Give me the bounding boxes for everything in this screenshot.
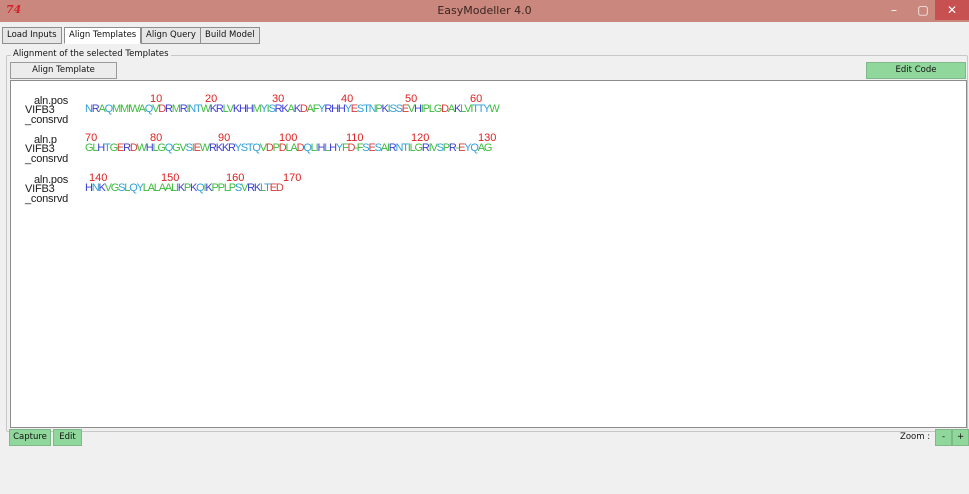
tab-build-model[interactable]: Build Model bbox=[200, 27, 260, 44]
sequence: HNKVGSLQYLALAALIKPKQIKPPLPSVRKLTED bbox=[85, 182, 284, 194]
alignment-block: aln.pos VIFB3 _consrvd 140 150 160 170 H… bbox=[11, 172, 966, 212]
alignment-viewer[interactable]: aln.pos VIFB3 _consrvd 10 20 30 40 50 60… bbox=[10, 80, 967, 428]
zoom-in-button[interactable]: + bbox=[952, 429, 969, 446]
sequence: GLHTGERDWHLGQGVSIEWRKKRYSTQVDPDLADQLIHLH… bbox=[85, 142, 493, 154]
close-button[interactable]: ✕ bbox=[935, 0, 969, 20]
tab-align-templates[interactable]: Align Templates bbox=[64, 27, 142, 44]
title-bar: 74 EasyModeller 4.0 – ▢ ✕ bbox=[0, 0, 969, 22]
tab-align-query[interactable]: Align Query bbox=[141, 27, 201, 44]
minimize-button[interactable]: – bbox=[880, 0, 908, 20]
row-label: _consrvd bbox=[25, 114, 69, 126]
alignment-block: aln.p VIFB3 _consrvd 70 80 90 100 110 12… bbox=[11, 132, 966, 172]
zoom-label: Zoom : bbox=[900, 432, 931, 442]
sequence: NRAQMMIWAQVDRMRINTWKRLVKHHMYISRKAKDAFYRH… bbox=[85, 103, 500, 115]
position-number: 170 bbox=[283, 172, 302, 184]
window-title: EasyModeller 4.0 bbox=[437, 4, 532, 17]
zoom-out-button[interactable]: - bbox=[935, 429, 952, 446]
capture-button[interactable]: Capture bbox=[9, 429, 51, 446]
align-template-button[interactable]: Align Template bbox=[10, 62, 117, 79]
edit-code-button[interactable]: Edit Code bbox=[866, 62, 966, 79]
group-title: Alignment of the selected Templates bbox=[11, 49, 171, 59]
tab-load-inputs[interactable]: Load Inputs bbox=[2, 27, 62, 44]
alignment-block: aln.pos VIFB3 _consrvd 10 20 30 40 50 60… bbox=[11, 93, 966, 133]
row-label: _consrvd bbox=[25, 153, 69, 165]
edit-button[interactable]: Edit bbox=[53, 429, 82, 446]
row-label: _consrvd bbox=[25, 193, 69, 205]
maximize-button[interactable]: ▢ bbox=[909, 0, 937, 20]
